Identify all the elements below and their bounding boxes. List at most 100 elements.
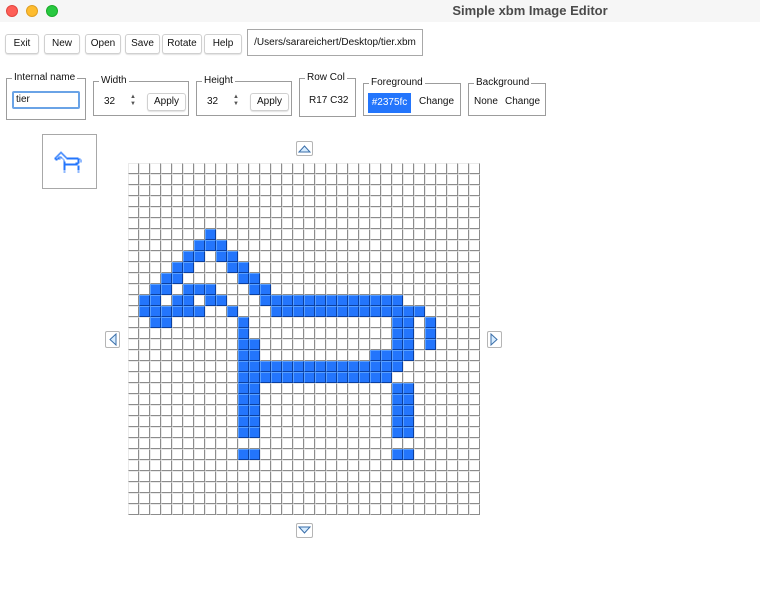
pixel-cell-off[interactable] <box>348 350 359 361</box>
pixel-cell-off[interactable] <box>249 218 260 229</box>
pixel-cell-off[interactable] <box>326 273 337 284</box>
pixel-cell-off[interactable] <box>469 416 480 427</box>
pixel-cell-off[interactable] <box>216 229 227 240</box>
pixel-cell-off[interactable] <box>271 471 282 482</box>
pixel-cell-off[interactable] <box>271 427 282 438</box>
pixel-cell-off[interactable] <box>337 174 348 185</box>
pixel-cell-off[interactable] <box>414 174 425 185</box>
pixel-cell-off[interactable] <box>414 317 425 328</box>
pixel-cell-off[interactable] <box>458 185 469 196</box>
pixel-cell-off[interactable] <box>161 240 172 251</box>
save-button[interactable]: Save <box>125 34 160 54</box>
pixel-cell-off[interactable] <box>436 240 447 251</box>
pixel-cell-off[interactable] <box>425 295 436 306</box>
pixel-cell-off[interactable] <box>128 372 139 383</box>
pixel-cell-on[interactable] <box>403 339 414 350</box>
pixel-cell-off[interactable] <box>271 262 282 273</box>
pixel-cell-off[interactable] <box>161 185 172 196</box>
pixel-cell-off[interactable] <box>128 350 139 361</box>
pixel-cell-off[interactable] <box>260 416 271 427</box>
pixel-cell-off[interactable] <box>403 240 414 251</box>
pixel-cell-off[interactable] <box>128 427 139 438</box>
pixel-cell-on[interactable] <box>139 306 150 317</box>
pixel-cell-on[interactable] <box>139 295 150 306</box>
pixel-cell-off[interactable] <box>436 482 447 493</box>
pixel-cell-off[interactable] <box>370 196 381 207</box>
pixel-cell-off[interactable] <box>414 273 425 284</box>
pixel-cell-off[interactable] <box>447 504 458 515</box>
pixel-cell-off[interactable] <box>238 196 249 207</box>
pixel-cell-off[interactable] <box>282 240 293 251</box>
pixel-cell-off[interactable] <box>414 240 425 251</box>
pixel-cell-off[interactable] <box>128 196 139 207</box>
pixel-cell-off[interactable] <box>425 394 436 405</box>
pixel-cell-off[interactable] <box>348 504 359 515</box>
pixel-cell-on[interactable] <box>359 372 370 383</box>
pixel-cell-off[interactable] <box>161 295 172 306</box>
pixel-cell-off[interactable] <box>260 185 271 196</box>
pixel-cell-off[interactable] <box>469 504 480 515</box>
pixel-cell-off[interactable] <box>260 229 271 240</box>
pixel-cell-off[interactable] <box>139 372 150 383</box>
pixel-cell-off[interactable] <box>238 174 249 185</box>
pixel-cell-off[interactable] <box>293 449 304 460</box>
pixel-cell-off[interactable] <box>183 196 194 207</box>
pixel-cell-off[interactable] <box>469 163 480 174</box>
pixel-cell-off[interactable] <box>183 174 194 185</box>
pixel-cell-off[interactable] <box>194 394 205 405</box>
pixel-cell-off[interactable] <box>315 240 326 251</box>
pixel-cell-on[interactable] <box>194 240 205 251</box>
pixel-cell-off[interactable] <box>194 339 205 350</box>
pixel-cell-off[interactable] <box>326 438 337 449</box>
pixel-cell-off[interactable] <box>326 174 337 185</box>
pixel-cell-off[interactable] <box>227 207 238 218</box>
pixel-cell-off[interactable] <box>414 350 425 361</box>
pixel-cell-off[interactable] <box>216 262 227 273</box>
pixel-cell-on[interactable] <box>337 372 348 383</box>
pixel-cell-off[interactable] <box>469 295 480 306</box>
pixel-cell-off[interactable] <box>172 460 183 471</box>
pixel-cell-off[interactable] <box>271 251 282 262</box>
pixel-cell-off[interactable] <box>205 218 216 229</box>
pixel-cell-off[interactable] <box>348 438 359 449</box>
height-input[interactable]: 32 <box>207 94 218 110</box>
internal-name-input[interactable]: tier <box>12 91 80 109</box>
pixel-cell-off[interactable] <box>458 493 469 504</box>
pixel-cell-off[interactable] <box>161 394 172 405</box>
pixel-cell-off[interactable] <box>238 284 249 295</box>
help-button[interactable]: Help <box>204 34 242 54</box>
pixel-cell-off[interactable] <box>161 350 172 361</box>
pixel-cell-off[interactable] <box>337 416 348 427</box>
pixel-cell-on[interactable] <box>238 372 249 383</box>
pixel-cell-off[interactable] <box>326 493 337 504</box>
pixel-cell-off[interactable] <box>370 427 381 438</box>
pixel-cell-on[interactable] <box>359 295 370 306</box>
pixel-cell-off[interactable] <box>315 504 326 515</box>
pixel-cell-off[interactable] <box>392 185 403 196</box>
pixel-cell-off[interactable] <box>249 306 260 317</box>
pixel-cell-on[interactable] <box>260 284 271 295</box>
pixel-cell-off[interactable] <box>183 229 194 240</box>
pixel-cell-off[interactable] <box>293 251 304 262</box>
pixel-cell-off[interactable] <box>194 229 205 240</box>
pixel-cell-off[interactable] <box>381 174 392 185</box>
pixel-cell-off[interactable] <box>271 284 282 295</box>
pixel-cell-on[interactable] <box>337 295 348 306</box>
pixel-cell-on[interactable] <box>249 361 260 372</box>
pixel-cell-off[interactable] <box>326 229 337 240</box>
pixel-cell-off[interactable] <box>337 460 348 471</box>
pixel-cell-off[interactable] <box>128 339 139 350</box>
pixel-cell-off[interactable] <box>414 251 425 262</box>
pixel-cell-off[interactable] <box>315 229 326 240</box>
pixel-cell-off[interactable] <box>216 350 227 361</box>
pixel-cell-off[interactable] <box>304 405 315 416</box>
pixel-cell-off[interactable] <box>128 394 139 405</box>
pixel-cell-off[interactable] <box>458 438 469 449</box>
pixel-cell-on[interactable] <box>326 306 337 317</box>
pixel-cell-off[interactable] <box>392 482 403 493</box>
pixel-cell-off[interactable] <box>392 493 403 504</box>
pixel-cell-on[interactable] <box>370 350 381 361</box>
pixel-cell-on[interactable] <box>392 361 403 372</box>
pixel-cell-off[interactable] <box>249 229 260 240</box>
pixel-cell-off[interactable] <box>359 284 370 295</box>
